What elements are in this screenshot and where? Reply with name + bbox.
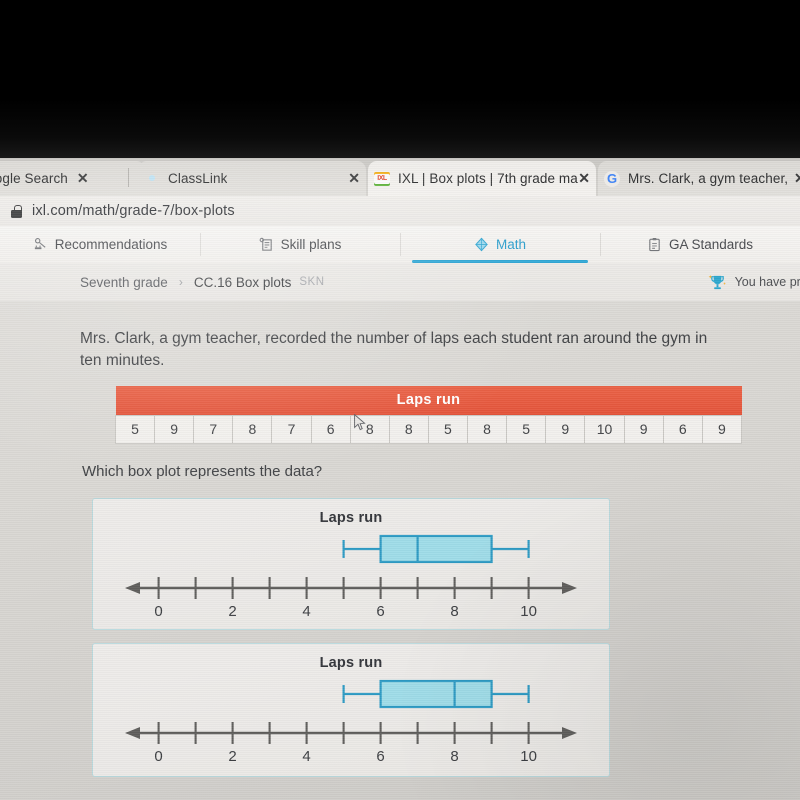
table-cell: 5: [114, 415, 156, 444]
close-icon[interactable]: ✕: [578, 170, 590, 187]
table-cell: 9: [154, 415, 195, 444]
table-row: 5 9 7 8 7 6 8 8 5 8 5 9 10 9 6 9: [114, 415, 743, 444]
breadcrumb-skill-code: SKN: [299, 276, 325, 288]
close-icon[interactable]: ✕: [77, 170, 89, 187]
nav-item-label: Math: [495, 237, 526, 252]
browser-tab-classlink[interactable]: ClassLink ✕: [138, 161, 366, 196]
answer-option-1[interactable]: Laps run 0 2 4 6 8 10: [92, 498, 610, 630]
breadcrumb-grade[interactable]: Seventh grade: [80, 275, 168, 290]
table-cell: 9: [623, 415, 664, 444]
table-header-row: Laps run: [115, 386, 742, 416]
nav-item-math[interactable]: Math: [400, 226, 600, 263]
svg-text:10: 10: [520, 603, 537, 618]
table-cell: 9: [701, 415, 743, 444]
svg-text:8: 8: [450, 603, 458, 618]
svg-text:6: 6: [376, 748, 384, 763]
browser-tab-title: Mrs. Clark, a gym teacher, record: [628, 171, 788, 186]
browser-tab-ixl-box-plots[interactable]: IXL IXL | Box plots | 7th grade math ✕: [368, 161, 596, 196]
close-icon[interactable]: ✕: [348, 170, 360, 187]
mouse-cursor: [354, 414, 366, 431]
table-cell: 5: [427, 415, 468, 444]
svg-text:0: 0: [154, 603, 162, 618]
screenshot-root: glish - Google Search ✕ ClassLink ✕ IXL …: [0, 0, 800, 800]
browser-tab-strip: glish - Google Search ✕ ClassLink ✕ IXL …: [0, 158, 800, 196]
table-cell: 7: [193, 415, 234, 444]
tab-divider: [128, 168, 129, 187]
url-text: ixl.com/math/grade-7/box-plots: [32, 203, 235, 219]
recommendations-icon: [34, 238, 46, 250]
nav-item-label: Skill plans: [280, 237, 342, 252]
clipboard-icon: [649, 237, 660, 252]
nav-item-label: GA Standards: [668, 237, 754, 252]
svg-text:6: 6: [376, 603, 384, 618]
plot-title: Laps run: [319, 655, 383, 671]
close-icon[interactable]: ✕: [794, 170, 800, 187]
laps-run-data-table: Laps run 5 9 7 8 7 6 8 8 5 8 5 9 10 9 6 …: [114, 386, 743, 444]
svg-text:4: 4: [302, 748, 310, 763]
table-cell: 10: [584, 415, 625, 444]
address-bar[interactable]: ixl.com/math/grade-7/box-plots: [0, 196, 800, 226]
breadcrumb: Seventh grade › CC.16 Box plots SKN You …: [0, 263, 800, 301]
nav-item-ga-standards[interactable]: GA Standards: [600, 226, 800, 263]
trophy-icon: [708, 274, 726, 289]
ixl-nav-bar: Recommendations Skill plans Math GA Stan…: [0, 226, 800, 263]
ixl-icon: IXL: [374, 171, 390, 187]
browser-tab-google-search[interactable]: glish - Google Search ✕: [0, 161, 145, 196]
nav-item-skill-plans[interactable]: Skill plans: [200, 226, 400, 263]
photo-letterbox-top: [0, 0, 800, 160]
plot-title: Laps run: [319, 510, 383, 526]
svg-text:8: 8: [450, 748, 458, 763]
skill-plans-icon: [259, 237, 272, 251]
table-cell: 6: [662, 415, 703, 444]
chevron-right-icon: ›: [178, 275, 183, 289]
prizes-banner[interactable]: You have prizes t: [708, 273, 800, 292]
cloud-icon: [144, 171, 160, 187]
prizes-text: You have prizes t: [734, 275, 800, 289]
table-cell: 6: [310, 415, 351, 444]
math-diamond-icon: [475, 237, 488, 252]
breadcrumb-skill: CC.16 Box plots: [193, 274, 292, 290]
table-cell: 9: [545, 415, 586, 444]
browser-tab-title: ClassLink: [168, 171, 228, 186]
svg-text:2: 2: [228, 603, 236, 618]
table-cell: 8: [388, 415, 429, 444]
box-plot-1: 0 2 4 6 8 10: [125, 534, 577, 618]
lock-icon: [11, 204, 22, 218]
svg-text:2: 2: [228, 748, 236, 763]
nav-item-label: Recommendations: [54, 237, 168, 252]
svg-text:0: 0: [154, 748, 162, 763]
question-prompt: Which box plot represents the data?: [82, 463, 323, 480]
table-cell: 8: [466, 415, 508, 444]
svg-text:10: 10: [520, 748, 537, 763]
svg-text:4: 4: [302, 603, 310, 618]
browser-tab-title: glish - Google Search: [0, 171, 68, 186]
photographed-screen: glish - Google Search ✕ ClassLink ✕ IXL …: [0, 158, 800, 800]
answer-option-2[interactable]: Laps run 0 2 4 6 8 10: [92, 643, 610, 777]
browser-tab-title: IXL | Box plots | 7th grade math: [398, 171, 579, 186]
google-icon: [604, 171, 620, 187]
table-cell: 8: [232, 415, 273, 444]
question-text: Mrs. Clark, a gym teacher, recorded the …: [80, 330, 708, 369]
table-cell: 7: [271, 415, 312, 444]
box-plot-2: 0 2 4 6 8 10: [125, 679, 577, 763]
table-header-label: Laps run: [115, 386, 742, 416]
table-cell: 5: [506, 415, 547, 444]
nav-item-recommendations[interactable]: Recommendations: [0, 226, 200, 263]
browser-tab-mrs-clark[interactable]: Mrs. Clark, a gym teacher, record ✕: [598, 161, 800, 196]
